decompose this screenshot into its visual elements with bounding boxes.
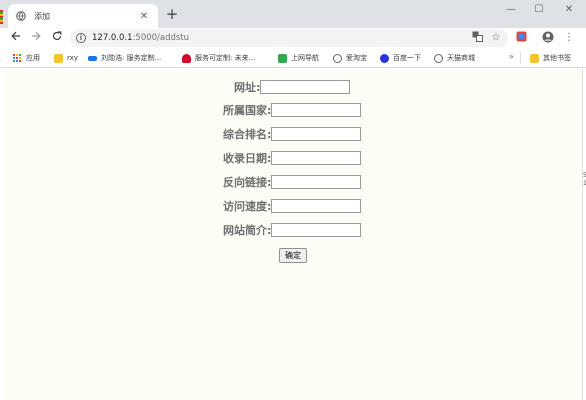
huawei-icon [182,53,191,63]
extension-icon[interactable] [514,31,528,45]
description-input[interactable] [271,223,362,237]
form-row-url: 网址: [234,79,351,95]
address-bar[interactable]: i 127.0.0.1:5000/addstu [70,29,508,47]
bookmark-other[interactable]: 其他书签 [530,52,571,64]
bookmark-label: 服务可定制: 未来... [195,54,256,62]
bookmark-label: 应用 [26,54,40,62]
bookmark-aitaobao[interactable]: 爱淘宝 [333,52,367,64]
description-label: 网站简介: [223,224,272,237]
url-host: 127.0.0.1 [92,33,133,43]
bookmark-apps[interactable]: 应用 [13,52,40,64]
bookmark-label: 其他书签 [543,54,571,62]
rank-label: 综合排名: [223,128,272,141]
page-content: 网址: 所属国家: 综合排名: 收录日期: 反向链接: 访问速度: 网站简介: [4,69,582,400]
info-icon[interactable]: i [76,33,86,43]
baidu-paw-icon [380,53,389,63]
country-label: 所属国家: [223,104,272,117]
form-row-country: 所属国家: [223,102,362,118]
country-input[interactable] [271,103,362,117]
reload-button[interactable] [49,30,65,46]
bookmark-label: 天猫商城 [447,54,475,62]
tab-close-icon[interactable]: ✕ [138,11,150,22]
minimize-button[interactable]: — [496,2,526,18]
bookmark-label: 百度一下 [393,54,421,62]
speed-input[interactable] [271,199,362,213]
maximize-button[interactable]: ☐ [524,2,554,18]
folder-icon [530,53,539,63]
bookmark-service[interactable]: 服务可定制: 未来... [182,52,255,64]
reload-icon [52,31,62,41]
nav-icon [278,53,287,63]
bookmark-tmall[interactable]: 天猫商城 [434,52,475,64]
indexed-date-input[interactable] [271,151,362,165]
bookmark-label: rxy [67,54,78,62]
globe-icon [333,53,342,63]
bookmark-nav[interactable]: 上网导航 [278,52,319,64]
apps-grid-icon [13,53,22,63]
bookmark-label: 上网导航 [291,54,319,62]
bookmark-rxy[interactable]: rxy [54,52,78,64]
submit-button[interactable]: 确定 [279,248,307,263]
folder-icon [54,53,63,63]
menu-kebab-icon[interactable]: ⋮ [562,31,576,45]
url-path: :5000/addstu [132,33,190,43]
form-row-backlinks: 反向链接: [223,174,362,190]
tab-title: 添加 [34,11,50,21]
arrow-left-icon [11,31,20,41]
title-bar: 添加 ✕ + — ☐ ✕ [0,0,586,28]
bookmarks-overflow-button[interactable]: » [509,52,514,61]
bookmark-baidu[interactable]: 百度一下 [380,52,421,64]
back-button[interactable] [8,30,24,46]
window-edge-strip [0,10,3,24]
speed-label: 访问速度: [223,200,272,213]
tab-active[interactable]: 添加 ✕ [8,4,158,28]
arrow-right-icon [32,31,41,41]
globe-icon [16,11,26,21]
new-tab-button[interactable]: + [164,6,180,22]
adjacent-window-edge: 5 1 [582,69,586,400]
bookmark-liuxunhao[interactable]: 刘勋浩: 服务定制... [88,52,161,64]
close-window-button[interactable]: ✕ [554,2,584,18]
form-row-rank: 综合排名: [223,126,362,142]
site-icon [88,55,97,61]
forward-button[interactable] [28,30,44,46]
form-row-description: 网站简介: [223,222,362,238]
backlinks-label: 反向链接: [223,176,272,189]
bookmarks-divider [520,52,521,64]
bookmarks-bar: 应用 rxy 刘勋浩: 服务定制... 服务可定制: 未来... 上网导航 爱淘… [0,48,586,68]
bookmark-label: 刘勋浩: 服务定制... [101,54,162,62]
backlinks-input[interactable] [271,175,362,189]
browser-toolbar: i 127.0.0.1:5000/addstu ☆ ⋮ [0,28,586,48]
globe-icon [434,53,443,63]
bookmark-label: 爱淘宝 [346,54,367,62]
url-label: 网址: [234,81,261,94]
url-input[interactable] [260,80,351,94]
indexed-date-label: 收录日期: [223,152,272,165]
bookmark-star-icon[interactable]: ☆ [489,31,503,45]
form-row-speed: 访问速度: [223,198,362,214]
rank-input[interactable] [271,127,362,141]
form-row-indexed-date: 收录日期: [223,150,362,166]
profile-avatar-icon[interactable] [541,31,555,45]
translate-icon[interactable] [470,31,484,45]
